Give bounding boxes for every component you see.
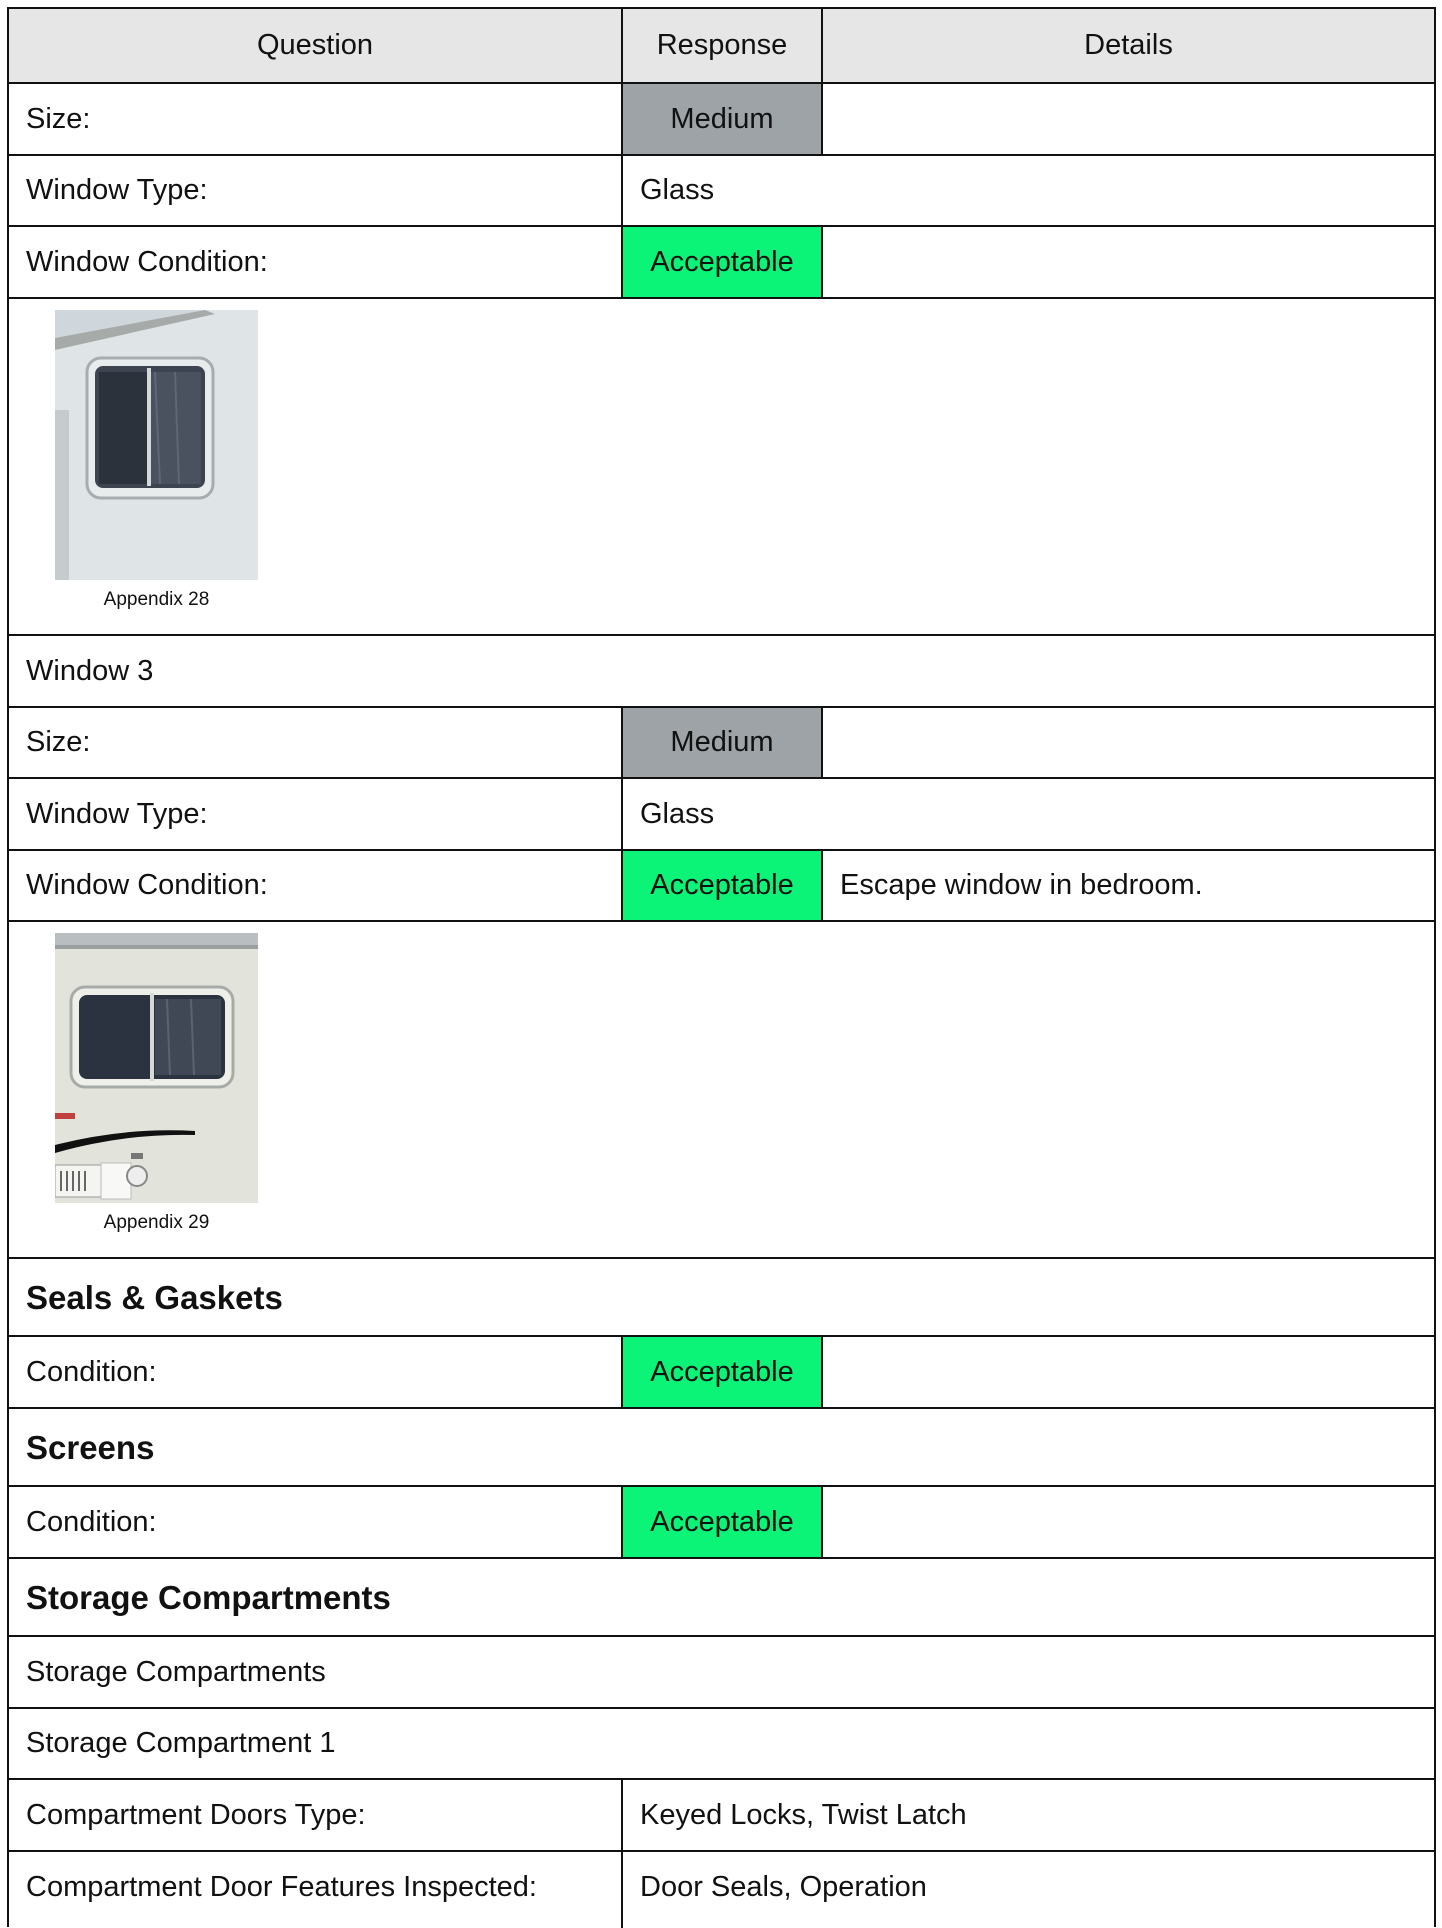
- grid-line: [821, 706, 823, 778]
- response-size-badge: Medium: [622, 707, 822, 778]
- table-row-screens-condition: Condition: Acceptable: [8, 1486, 1435, 1558]
- question-window-condition: Window Condition:: [26, 245, 268, 278]
- response-compartment-doors-type: Keyed Locks, Twist Latch: [640, 1798, 967, 1831]
- grid-line: [8, 634, 1435, 636]
- grid-line: [8, 1257, 1435, 1259]
- question-screens-condition: Condition:: [26, 1505, 157, 1538]
- response-window-condition-badge: Acceptable: [622, 226, 822, 298]
- grid-line: [8, 1635, 1435, 1637]
- response-compartment-door-features: Door Seals, Operation: [640, 1870, 927, 1903]
- screens-heading: Screens: [26, 1428, 155, 1466]
- grid-line: [621, 1778, 623, 1928]
- question-compartment-doors-type: Compartment Doors Type:: [26, 1798, 366, 1831]
- grid-line: [821, 225, 823, 298]
- grid-line: [821, 7, 823, 83]
- response-seals-condition-badge: Acceptable: [622, 1336, 822, 1408]
- grid-line: [8, 1557, 1435, 1559]
- grid-line: [8, 849, 1435, 851]
- question-size: Size:: [26, 726, 91, 758]
- grid-line: [821, 1335, 823, 1408]
- column-header-details: Details: [822, 8, 1435, 83]
- grid-line: [8, 1778, 1435, 1780]
- details-size: [822, 83, 1435, 155]
- section-heading-storage-compartments: Storage Compartments: [8, 1558, 1435, 1636]
- table-row-storage-compartment-1: Storage Compartment 1: [8, 1708, 1435, 1779]
- details-window-condition: [822, 226, 1435, 298]
- photo-row-appendix-28: Appendix 28: [8, 298, 1435, 635]
- storage-compartment-1-label: Storage Compartment 1: [26, 1727, 336, 1759]
- table-row-size: Size: Medium: [8, 83, 1435, 155]
- grid-line: [8, 1335, 1435, 1337]
- details-screens-condition: [822, 1486, 1435, 1558]
- question-window-type: Window Type:: [26, 174, 208, 206]
- grid-line: [7, 7, 9, 1927]
- table-header-row: Question Response Details: [8, 8, 1435, 83]
- table-row-seals-condition: Condition: Acceptable: [8, 1336, 1435, 1408]
- grid-line: [821, 82, 823, 155]
- grid-line: [8, 1485, 1435, 1487]
- grid-line: [8, 1850, 1435, 1852]
- appendix-29-photo[interactable]: [55, 933, 258, 1203]
- table-row-window-type: Window Type: Glass: [8, 778, 1435, 850]
- grid-line: [8, 154, 1435, 156]
- appendix-28-caption: Appendix 28: [103, 589, 210, 610]
- question-window-condition: Window Condition:: [26, 869, 268, 901]
- details-seals-condition: [822, 1336, 1435, 1408]
- grid-line: [8, 706, 1435, 708]
- table-row-window-condition: Window Condition: Acceptable: [8, 226, 1435, 298]
- grid-line: [8, 82, 1435, 84]
- question-size: Size:: [26, 102, 91, 135]
- section-heading-screens: Screens: [8, 1408, 1435, 1486]
- storage-compartments-heading: Storage Compartments: [26, 1578, 391, 1616]
- table-row-compartment-doors-type: Compartment Doors Type: Keyed Locks, Twi…: [8, 1779, 1435, 1851]
- grid-line: [621, 706, 623, 921]
- table-row-window-condition: Window Condition: Acceptable Escape wind…: [8, 850, 1435, 921]
- grid-line: [621, 1485, 623, 1558]
- grid-line: [621, 1335, 623, 1408]
- storage-compartments-label: Storage Compartments: [26, 1655, 326, 1688]
- question-window-type: Window Type:: [26, 797, 208, 830]
- response-window-type: Glass: [640, 797, 715, 830]
- table-row-compartment-door-features: Compartment Door Features Inspected: Doo…: [8, 1851, 1435, 1923]
- grid-line: [8, 297, 1435, 299]
- grid-line: [821, 849, 823, 921]
- response-window-condition-badge: Acceptable: [622, 850, 822, 921]
- details-size: [822, 707, 1435, 778]
- appendix-29-caption: Appendix 29: [103, 1212, 210, 1233]
- grid-line: [8, 7, 1435, 9]
- section-heading-seals-gaskets: Seals & Gaskets: [8, 1258, 1435, 1336]
- question-compartment-door-features: Compartment Door Features Inspected:: [26, 1870, 537, 1903]
- response-screens-condition-badge: Acceptable: [622, 1486, 822, 1558]
- table-row-window-3: Window 3: [8, 635, 1435, 707]
- details-window-condition: Escape window in bedroom.: [840, 869, 1203, 901]
- response-window-type: Glass: [640, 174, 715, 206]
- appendix-28-photo[interactable]: [55, 310, 258, 580]
- column-header-response: Response: [622, 8, 822, 83]
- grid-line: [621, 7, 623, 298]
- column-header-question: Question: [8, 8, 622, 83]
- window-3-label: Window 3: [26, 654, 154, 687]
- grid-line: [8, 1707, 1435, 1709]
- question-seals-condition: Condition:: [26, 1355, 157, 1388]
- table-row-storage-compartments: Storage Compartments: [8, 1636, 1435, 1708]
- photo-row-appendix-29: Appendix 29: [8, 921, 1435, 1258]
- grid-line: [8, 225, 1435, 227]
- table-row-size: Size: Medium: [8, 707, 1435, 778]
- grid-line: [8, 1407, 1435, 1409]
- seals-gaskets-heading: Seals & Gaskets: [26, 1278, 283, 1316]
- grid-line: [8, 777, 1435, 779]
- table-row-window-type: Window Type: Glass: [8, 155, 1435, 226]
- response-size-badge: Medium: [622, 83, 822, 155]
- grid-line: [1434, 7, 1436, 1927]
- grid-line: [8, 920, 1435, 922]
- grid-line: [821, 1485, 823, 1558]
